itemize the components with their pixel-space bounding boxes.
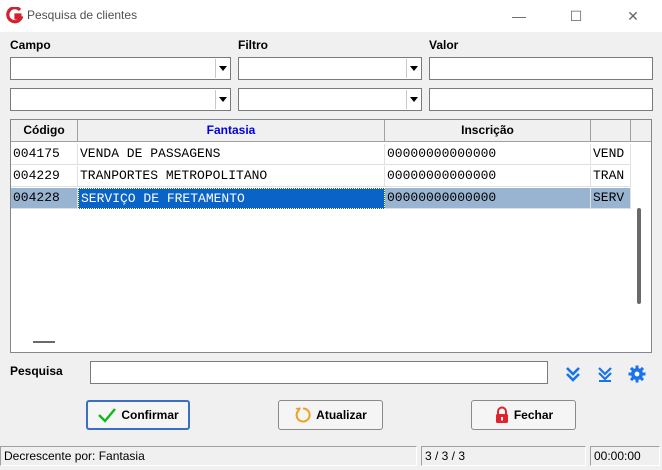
cell-extra: SERV [591, 188, 631, 209]
results-grid[interactable]: Código Fantasia Inscrição 004175 VENDA D… [10, 119, 652, 353]
maximize-icon: ☐ [569, 7, 583, 24]
app-logo-icon [6, 7, 23, 24]
cell-codigo: 004175 [11, 144, 78, 165]
search-input[interactable] [90, 361, 548, 384]
confirm-label: Confirmar [121, 408, 179, 422]
valor-label: Valor [429, 38, 459, 52]
cell-fantasia: TRANPORTES METROPOLITANO [78, 166, 385, 187]
cell-extra: VEND [591, 144, 631, 165]
chevron-down-icon[interactable] [406, 59, 420, 78]
filtro-select-1[interactable] [238, 57, 422, 80]
valor-input-1[interactable] [429, 57, 653, 80]
search-label: Pesquisa [10, 364, 63, 378]
campo-label: Campo [10, 38, 51, 52]
cell-inscricao: 00000000000000 [385, 144, 591, 165]
cell-extra: TRAN [591, 166, 631, 187]
cell-codigo: 004228 [11, 188, 78, 209]
filtro-label: Filtro [238, 38, 268, 52]
gear-icon[interactable] [628, 365, 646, 383]
cell-fantasia-focused: SERVIÇO DE FRETAMENTO [78, 188, 385, 209]
chevron-down-icon[interactable] [215, 59, 229, 78]
double-chevron-down-icon[interactable] [564, 365, 582, 383]
table-row[interactable]: 004229 TRANPORTES METROPOLITANO 00000000… [11, 166, 631, 187]
close-icon: ✕ [627, 7, 639, 24]
grid-header: Código Fantasia Inscrição [11, 120, 651, 142]
refresh-label: Atualizar [316, 408, 367, 422]
lock-icon [495, 406, 508, 423]
horizontal-scrollbar[interactable] [33, 341, 55, 343]
column-header-inscricao[interactable]: Inscrição [385, 120, 591, 142]
window-title: Pesquisa de clientes [27, 8, 138, 22]
cell-inscricao: 00000000000000 [385, 188, 591, 209]
column-header-codigo[interactable]: Código [11, 120, 78, 142]
campo-select-1[interactable] [10, 57, 231, 80]
check-icon [98, 408, 117, 423]
minimize-button[interactable]: — [496, 0, 542, 32]
filtro-select-2[interactable] [238, 88, 422, 111]
campo-select-2[interactable] [10, 88, 231, 111]
refresh-icon [295, 407, 311, 423]
chevron-down-icon[interactable] [406, 90, 420, 109]
close-button[interactable]: Fechar [471, 400, 576, 430]
table-row[interactable]: 004175 VENDA DE PASSAGENS 00000000000000… [11, 144, 631, 165]
status-bar: Decrescente por: Fantasia 3 / 3 / 3 00:0… [0, 444, 662, 470]
vertical-scrollbar[interactable] [637, 208, 641, 304]
refresh-button[interactable]: Atualizar [278, 400, 383, 430]
status-count: 3 / 3 / 3 [421, 446, 586, 466]
chevron-down-icon[interactable] [215, 90, 229, 109]
close-window-button[interactable]: ✕ [610, 0, 656, 32]
column-header-extra[interactable] [591, 120, 631, 142]
chevron-down-bar-icon[interactable] [596, 365, 614, 383]
status-sort: Decrescente por: Fantasia [0, 446, 417, 466]
cell-fantasia: VENDA DE PASSAGENS [78, 144, 385, 165]
title-bar: Pesquisa de clientes — ☐ ✕ [0, 0, 662, 32]
table-row-selected[interactable]: 004228 SERVIÇO DE FRETAMENTO 00000000000… [11, 188, 631, 209]
cell-codigo: 004229 [11, 166, 78, 187]
cell-inscricao: 00000000000000 [385, 166, 591, 187]
close-label: Fechar [513, 408, 554, 422]
valor-input-2[interactable] [429, 88, 653, 111]
minimize-icon: — [512, 8, 526, 24]
column-header-fantasia[interactable]: Fantasia [78, 120, 385, 142]
confirm-button[interactable]: Confirmar [86, 400, 190, 430]
maximize-button[interactable]: ☐ [553, 0, 599, 32]
status-time: 00:00:00 [590, 446, 660, 466]
